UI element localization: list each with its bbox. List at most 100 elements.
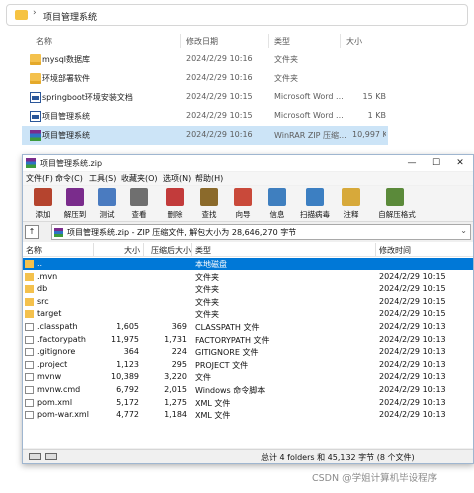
- column-modified[interactable]: 修改日期: [186, 36, 218, 47]
- item-name: .mvn: [37, 271, 58, 281]
- list-item[interactable]: .classpath 1,605 369 CLASSPATH 文件 2024/2/29 …: [23, 321, 473, 333]
- menu-commands[interactable]: 命令(C): [55, 173, 83, 184]
- list-item[interactable]: .gitignore 364 224 GITIGNORE 文件 2024/2/29 10…: [23, 346, 473, 358]
- list-item[interactable]: src 文件夹 2024/2/29 10:15: [23, 296, 473, 308]
- file-icon: [25, 348, 34, 357]
- item-name: ..: [37, 259, 43, 268]
- list-item[interactable]: db 文件夹 2024/2/29 10:15: [23, 283, 473, 295]
- toolbar-button-find[interactable]: 查找: [193, 186, 225, 222]
- list-item[interactable]: .project 1,123 295 PROJECT 文件 2024/2/29 10:1…: [23, 359, 473, 371]
- path-text: 项目管理系统.zip - ZIP 压缩文件, 解包大小为 28,646,270 …: [67, 228, 297, 237]
- file-name: springboot环境安装文档: [42, 93, 133, 102]
- toolbar-button-view[interactable]: 查看: [123, 186, 155, 222]
- menu-help[interactable]: 帮助(H): [195, 173, 223, 184]
- wizard-icon: [234, 188, 252, 206]
- list-item[interactable]: pom.xml 5,172 1,275 XML 文件 2024/2/29 10:13: [23, 397, 473, 409]
- file-type: 文件夹: [274, 74, 298, 83]
- virus-scan-icon: [306, 188, 324, 206]
- item-packed-size: 2,015: [164, 385, 187, 394]
- list-item[interactable]: .mvn 文件夹 2024/2/29 10:15: [23, 271, 473, 283]
- toolbar-button-sfx[interactable]: 自解压格式: [375, 186, 419, 222]
- explorer-row[interactable]: 环境部署软件 2024/2/29 10:16 文件夹: [22, 69, 388, 88]
- toolbar-button-delete[interactable]: 删除: [159, 186, 191, 222]
- sfx-icon: [386, 188, 404, 206]
- close-icon[interactable]: ✕: [449, 156, 471, 170]
- column-divider: [191, 243, 192, 256]
- toolbar-button-info[interactable]: 信息: [261, 186, 293, 222]
- explorer-row[interactable]: springboot环境安装文档 2024/2/29 10:15 Microsoft…: [22, 88, 388, 107]
- item-size: 4,772: [116, 410, 139, 420]
- winrar-window: 项目管理系统.zip — ☐ ✕ 文件(F) 命令(C) 工具(S) 收藏夹(O…: [22, 154, 474, 464]
- maximize-icon[interactable]: ☐: [425, 156, 447, 170]
- minimize-icon[interactable]: —: [401, 156, 423, 170]
- list-item[interactable]: .. 本地磁盘: [23, 258, 473, 271]
- toolbar-label: 解压到: [63, 210, 87, 219]
- folder-icon: [15, 10, 28, 20]
- column-divider: [143, 243, 144, 256]
- list-item[interactable]: target 文件夹 2024/2/29 10:15: [23, 308, 473, 320]
- view-icon: [130, 188, 148, 206]
- window-title: 项目管理系统.zip: [40, 159, 103, 168]
- address-box[interactable]: › 项目管理系统: [6, 4, 468, 26]
- item-modified: 2024/2/29 10:15: [379, 284, 446, 294]
- column-packed[interactable]: 压缩后大小: [151, 245, 191, 256]
- file-name: mysql数据库: [42, 55, 90, 64]
- item-type: XML 文件: [195, 411, 231, 421]
- item-type: 文件夹: [195, 310, 219, 320]
- column-name[interactable]: 名称: [36, 36, 52, 47]
- item-modified: 2024/2/29 10:13: [379, 397, 446, 407]
- item-packed-size: 3,220: [164, 372, 187, 382]
- list-item[interactable]: .factorypath 11,975 1,731 FACTORYPATH 文件 202…: [23, 334, 473, 346]
- list-item[interactable]: pom-war.xml 4,772 1,184 XML 文件 2024/2/29 10:…: [23, 409, 473, 421]
- item-packed-size: 1,731: [164, 334, 187, 344]
- breadcrumb[interactable]: 项目管理系统: [43, 10, 97, 23]
- menu-file[interactable]: 文件(F): [26, 173, 53, 184]
- column-type[interactable]: 类型: [195, 245, 211, 256]
- toolbar-label: 添加: [35, 210, 51, 219]
- item-type: 文件夹: [195, 272, 219, 282]
- column-name[interactable]: 名称: [26, 245, 42, 256]
- column-modified[interactable]: 修改时间: [379, 245, 411, 256]
- item-type: 文件夹: [195, 297, 219, 307]
- column-divider: [93, 243, 94, 256]
- toolbar-button-comment[interactable]: 注释: [335, 186, 367, 222]
- item-type: 文件夹: [195, 285, 219, 295]
- list-item[interactable]: mvnw.cmd 6,792 2,015 Windows 命令脚本 2024/2/29 …: [23, 384, 473, 396]
- menu-tools[interactable]: 工具(S): [89, 173, 116, 184]
- file-size: 10,997 KB: [352, 130, 386, 139]
- toolbar-label: 删除: [167, 210, 183, 219]
- explorer-row[interactable]: 项目管理系统 2024/2/29 10:15 Microsoft Word ... 1…: [22, 107, 388, 126]
- explorer-row[interactable]: 项目管理系统 2024/2/29 10:16 WinRAR ZIP 压缩... 10,…: [22, 126, 388, 145]
- chevron-down-icon[interactable]: ⌄: [460, 226, 467, 235]
- list-header: 名称 大小 压缩后大小 类型 修改时间: [23, 242, 473, 257]
- toolbar-button-add[interactable]: 添加: [27, 186, 59, 222]
- column-size[interactable]: 大小: [346, 36, 362, 47]
- key-icon: [29, 453, 41, 460]
- test-icon: [98, 188, 116, 206]
- modified-date: 2024/2/29 10:16: [186, 54, 253, 63]
- folder-icon: [25, 310, 34, 319]
- folder-icon: [25, 297, 34, 306]
- item-name: src: [37, 296, 49, 306]
- parent-folder-icon: [25, 260, 34, 268]
- toolbar-button-virus-scan[interactable]: 扫描病毒: [295, 186, 335, 222]
- column-size[interactable]: 大小: [124, 245, 140, 256]
- path-dropdown[interactable]: 项目管理系统.zip - ZIP 压缩文件, 解包大小为 28,646,270 …: [51, 224, 471, 240]
- toolbar-button-extract-to[interactable]: 解压到: [59, 186, 91, 222]
- item-type: GITIGNORE 文件: [195, 348, 259, 358]
- explorer-row[interactable]: mysql数据库 2024/2/29 10:16 文件夹: [22, 50, 388, 69]
- toolbar-button-test[interactable]: 测试: [91, 186, 123, 222]
- item-type: Windows 命令脚本: [195, 386, 266, 395]
- modified-date: 2024/2/29 10:15: [186, 92, 253, 101]
- chevron-right-icon: ›: [33, 8, 37, 18]
- column-type[interactable]: 类型: [274, 36, 290, 47]
- toolbar-button-wizard[interactable]: 向导: [227, 186, 259, 222]
- modified-date: 2024/2/29 10:16: [186, 73, 253, 82]
- toolbar: 添加 解压到 测试 查看 删除 查找 向导 信息 扫描病毒 注释 自解压格式: [23, 186, 473, 222]
- item-modified: 2024/2/29 10:13: [379, 385, 446, 394]
- menu-options[interactable]: 选项(N): [163, 173, 191, 184]
- list-item[interactable]: mvnw 10,389 3,220 文件 2024/2/29 10:13: [23, 371, 473, 383]
- up-folder-icon[interactable]: ↑: [25, 225, 39, 239]
- item-name: .gitignore: [37, 347, 76, 357]
- menu-favorites[interactable]: 收藏夹(O): [121, 173, 158, 184]
